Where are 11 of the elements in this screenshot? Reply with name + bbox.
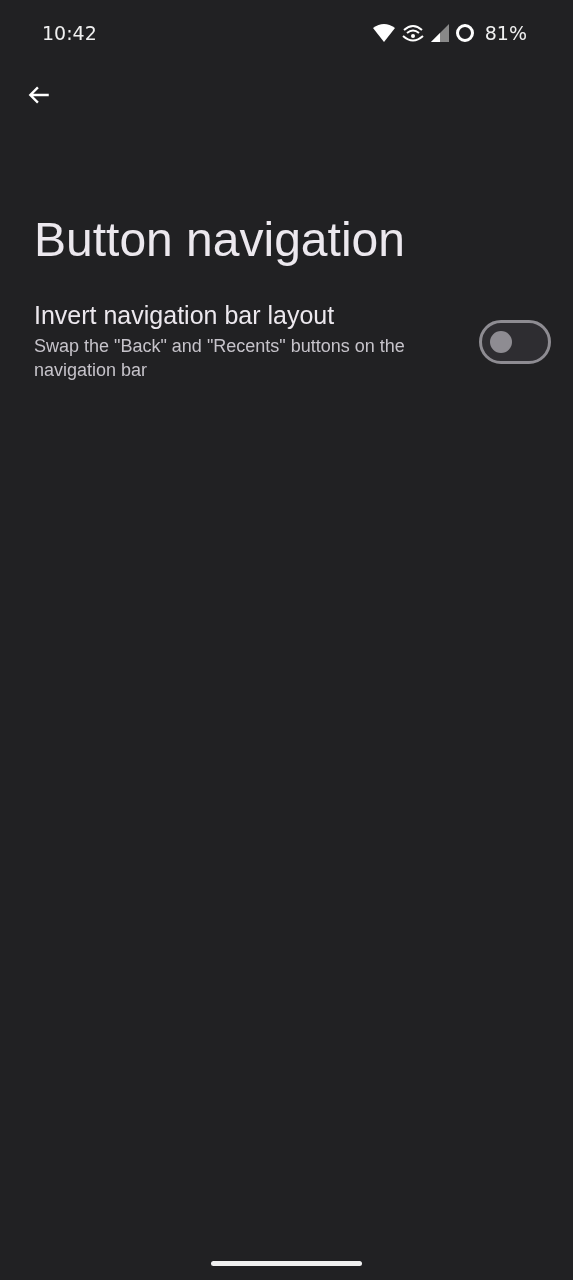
signal-icon bbox=[430, 24, 449, 42]
setting-title: Invert navigation bar layout bbox=[34, 301, 336, 330]
gesture-handle[interactable] bbox=[211, 1261, 362, 1266]
toggle-switch[interactable] bbox=[479, 319, 551, 364]
battery-level: 81% bbox=[484, 22, 527, 44]
setting-summary: Swap the "Back" and "Recents" buttons on the navigation bar bbox=[34, 335, 406, 382]
hotspot-icon bbox=[400, 23, 425, 43]
page-title: Button navigation bbox=[34, 212, 406, 267]
status-time: 10:42 bbox=[42, 22, 97, 44]
battery-ring-icon bbox=[454, 23, 475, 43]
wifi-icon bbox=[372, 24, 395, 42]
